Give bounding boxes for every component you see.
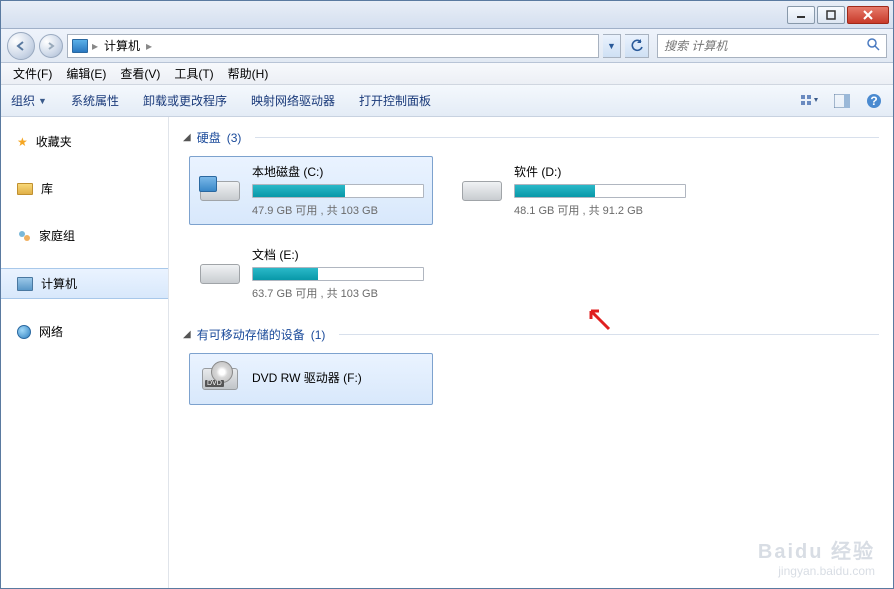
menu-view[interactable]: 查看(V) <box>114 63 166 84</box>
collapse-icon: ◢ <box>183 329 191 340</box>
close-button[interactable] <box>847 6 889 24</box>
search-input[interactable] <box>664 39 866 53</box>
computer-icon <box>17 277 33 291</box>
address-bar[interactable]: ▸ 计算机 ▸ <box>67 34 599 58</box>
menu-tools[interactable]: 工具(T) <box>168 63 219 84</box>
group-label: 有可移动存储的设备 <box>197 326 305 343</box>
drive-stats: 63.7 GB 可用 , 共 103 GB <box>252 285 424 301</box>
menu-help[interactable]: 帮助(H) <box>222 63 275 84</box>
sidebar-item-computer[interactable]: 计算机 <box>1 268 168 299</box>
hard-drive-icon <box>462 181 502 201</box>
sidebar-item-libraries[interactable]: 库 <box>1 174 168 203</box>
library-icon <box>17 183 33 195</box>
drive-name: DVD RW 驱动器 (F:) <box>252 369 424 386</box>
group-count: (3) <box>227 131 242 145</box>
sidebar-item-label: 收藏夹 <box>36 133 72 150</box>
breadcrumb-arrow-icon: ▸ <box>92 39 98 53</box>
capacity-bar <box>252 267 424 281</box>
hard-drive-icon <box>200 181 240 201</box>
watermark: Baidu 经验 jingyan.baidu.com <box>758 535 875 578</box>
sidebar-item-homegroup[interactable]: 家庭组 <box>1 221 168 250</box>
collapse-icon: ◢ <box>183 132 191 143</box>
uninstall-program-button[interactable]: 卸载或更改程序 <box>143 92 227 109</box>
drive-f-dvd[interactable]: DVD RW 驱动器 (F:) <box>189 353 433 405</box>
navigation-bar: ▸ 计算机 ▸ ▼ <box>1 29 893 63</box>
drive-e[interactable]: 文档 (E:) 63.7 GB 可用 , 共 103 GB <box>189 239 433 308</box>
content-pane: ◢ 硬盘 (3) 本地磁盘 (C:) 47.9 GB 可用 , 共 103 GB… <box>169 117 893 588</box>
view-options-button[interactable] <box>801 93 819 109</box>
star-icon: ★ <box>17 135 28 149</box>
open-control-panel-button[interactable]: 打开控制面板 <box>359 92 431 109</box>
capacity-bar <box>252 184 424 198</box>
search-icon <box>866 37 880 54</box>
sidebar-item-label: 网络 <box>39 323 63 340</box>
drive-name: 软件 (D:) <box>514 163 686 180</box>
group-header-hard-drives[interactable]: ◢ 硬盘 (3) <box>183 125 879 156</box>
breadcrumb-computer[interactable]: 计算机 <box>102 37 142 54</box>
computer-icon <box>72 39 88 53</box>
drive-d[interactable]: 软件 (D:) 48.1 GB 可用 , 共 91.2 GB <box>451 156 695 225</box>
group-header-removable[interactable]: ◢ 有可移动存储的设备 (1) <box>183 322 879 353</box>
group-count: (1) <box>311 328 326 342</box>
breadcrumb-arrow-icon: ▸ <box>146 39 152 53</box>
dvd-drive-icon <box>202 368 238 390</box>
sidebar-item-label: 计算机 <box>41 275 77 292</box>
drive-c[interactable]: 本地磁盘 (C:) 47.9 GB 可用 , 共 103 GB <box>189 156 433 225</box>
menu-bar: 文件(F) 编辑(E) 查看(V) 工具(T) 帮助(H) <box>1 63 893 85</box>
command-bar: 组织▼ 系统属性 卸载或更改程序 映射网络驱动器 打开控制面板 ? <box>1 85 893 117</box>
drive-name: 文档 (E:) <box>252 246 424 263</box>
refresh-button[interactable] <box>625 34 649 58</box>
drive-stats: 48.1 GB 可用 , 共 91.2 GB <box>514 202 686 218</box>
svg-text:?: ? <box>870 94 877 108</box>
drive-stats: 47.9 GB 可用 , 共 103 GB <box>252 202 424 218</box>
organize-button[interactable]: 组织▼ <box>11 92 47 109</box>
capacity-bar <box>514 184 686 198</box>
sidebar-item-label: 家庭组 <box>39 227 75 244</box>
navigation-pane: ★ 收藏夹 库 家庭组 计算机 网络 <box>1 117 169 588</box>
menu-edit[interactable]: 编辑(E) <box>60 63 112 84</box>
preview-pane-button[interactable] <box>833 93 851 109</box>
forward-button[interactable] <box>39 34 63 58</box>
sidebar-item-label: 库 <box>41 180 53 197</box>
address-history-dropdown[interactable]: ▼ <box>603 34 621 58</box>
help-button[interactable]: ? <box>865 93 883 109</box>
maximize-button[interactable] <box>817 6 845 24</box>
drive-name: 本地磁盘 (C:) <box>252 163 424 180</box>
back-button[interactable] <box>7 32 35 60</box>
search-box[interactable] <box>657 34 887 58</box>
minimize-button[interactable] <box>787 6 815 24</box>
group-label: 硬盘 <box>197 129 221 146</box>
map-network-drive-button[interactable]: 映射网络驱动器 <box>251 92 335 109</box>
system-properties-button[interactable]: 系统属性 <box>71 92 119 109</box>
sidebar-item-network[interactable]: 网络 <box>1 317 168 346</box>
homegroup-icon <box>17 229 31 243</box>
menu-file[interactable]: 文件(F) <box>7 63 58 84</box>
sidebar-item-favorites[interactable]: ★ 收藏夹 <box>1 127 168 156</box>
network-icon <box>17 325 31 339</box>
window-titlebar <box>1 1 893 29</box>
hard-drive-icon <box>200 264 240 284</box>
